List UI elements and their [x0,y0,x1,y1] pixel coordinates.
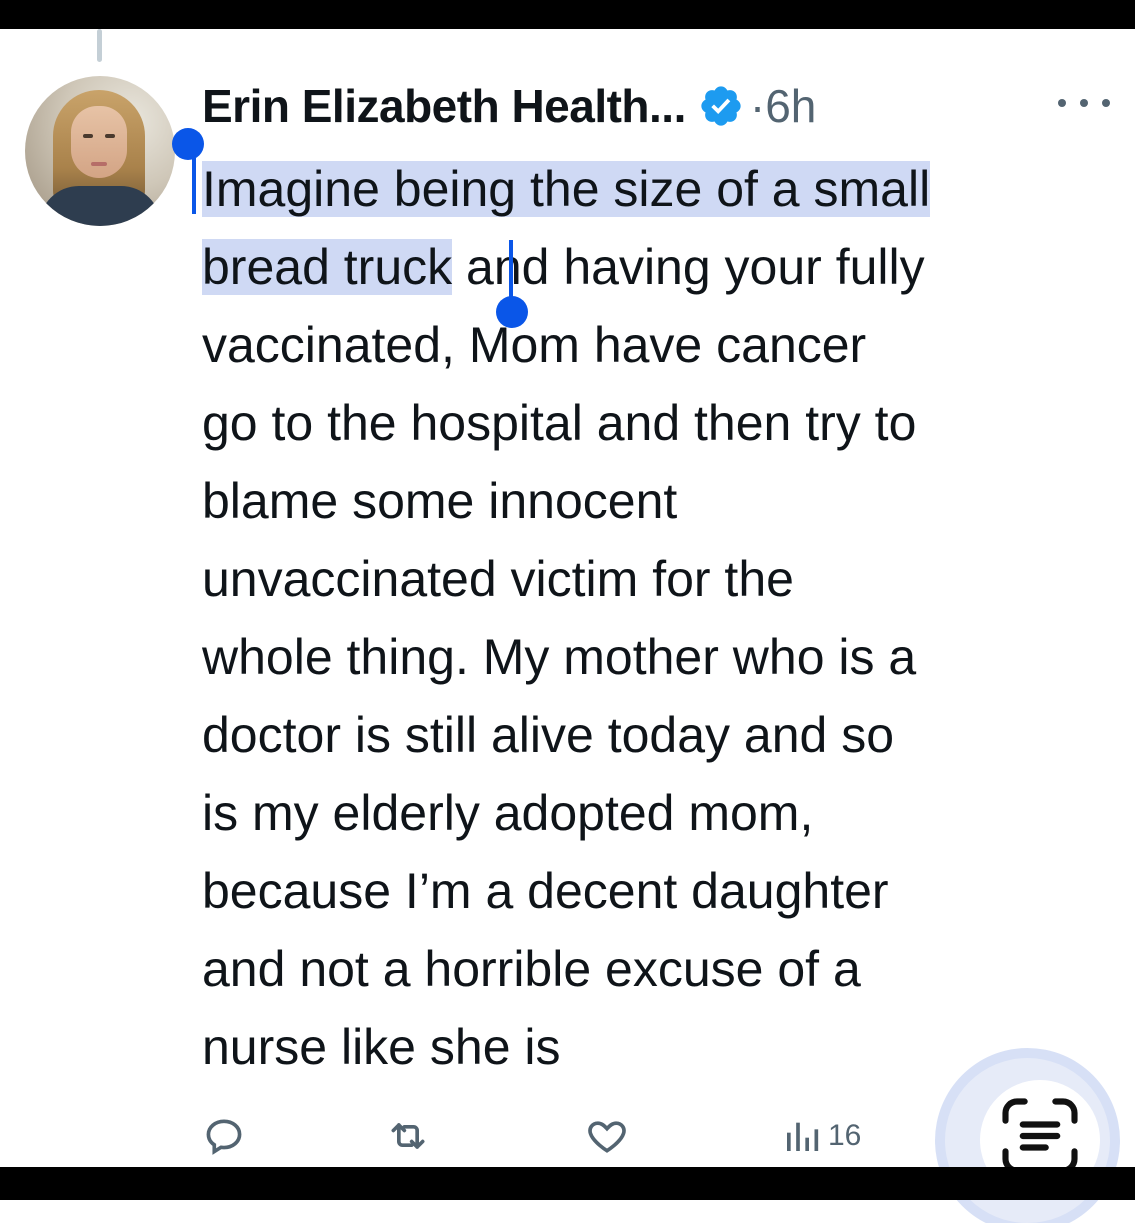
tweet-action-bar: 16 [202,1108,962,1168]
selected-text: Imagine being the size of a small [202,161,931,217]
tweet-line: vaccinated, Mom have cancer [202,317,867,373]
retweet-button[interactable] [384,1108,432,1164]
selection-end-caret [509,240,513,298]
tweet-line: because I’m a decent daughter [202,863,889,919]
tweet-line: doctor is still alive today and so [202,707,895,763]
reply-button[interactable] [202,1108,246,1164]
tweet-line: whole thing. My mother who is a [202,629,917,685]
tweet-line: bread truck and having your fully [202,239,925,295]
tweet-line: blame some innocent [202,473,678,529]
tweet-line: unvaccinated victim for the [202,551,794,607]
tweet-line: Imagine being the size of a small [202,150,1102,228]
tweet-line: go to the hospital and then try to [202,395,917,451]
retweet-icon [391,1123,425,1149]
selection-end-handle[interactable] [496,296,528,328]
views-count: 16 [828,1119,862,1152]
bottom-black-bar [0,1167,1135,1200]
views-button[interactable]: 16 [782,1108,861,1164]
tweet-line: nurse like she is [202,1019,561,1075]
like-icon [588,1121,626,1153]
tweet-body[interactable]: Imagine being the size of a small bread … [202,150,1102,1086]
tweet-line: is my elderly adopted mom, [202,785,814,841]
reply-icon [206,1119,242,1155]
author-display-name[interactable]: Erin Elizabeth Health... [202,79,686,133]
selected-text: bread truck [202,239,453,295]
more-options-icon[interactable] [1058,88,1110,118]
tweet-header: Erin Elizabeth Health... · 6h [202,74,816,138]
top-black-bar [0,0,1135,29]
header-dot-separator: · [749,80,766,132]
selection-start-caret [192,158,196,214]
tweet-line: and not a horrible excuse of a [202,941,861,997]
views-icon [787,1122,819,1151]
thread-connector-line [97,29,102,62]
like-button[interactable] [584,1108,630,1164]
tweet-timestamp[interactable]: 6h [765,79,816,133]
author-avatar[interactable] [25,76,175,226]
selection-start-handle[interactable] [172,128,204,160]
verified-badge-icon [701,86,741,126]
